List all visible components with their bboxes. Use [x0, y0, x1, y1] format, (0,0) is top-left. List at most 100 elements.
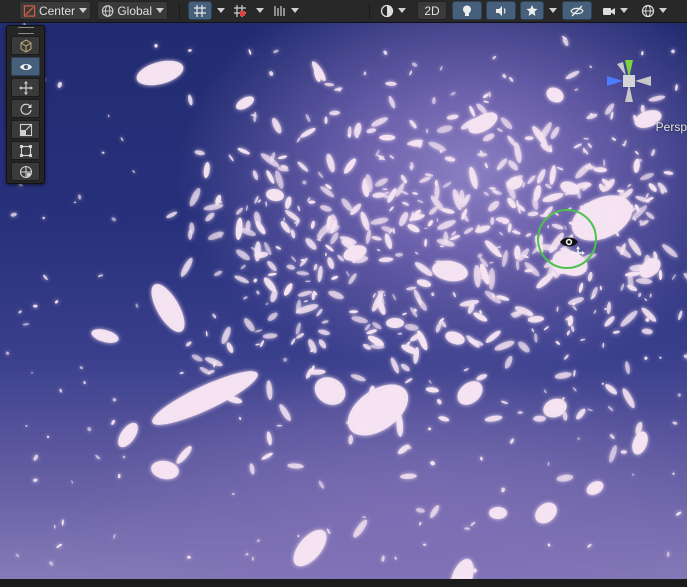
petal-particle: [180, 257, 193, 277]
hidden-objects-button[interactable]: [562, 1, 592, 20]
rotate-icon: [20, 103, 32, 115]
rotate-tool-button[interactable]: [11, 99, 40, 118]
global-icon: [101, 4, 114, 17]
petal-particle: [276, 424, 283, 427]
view-tool-button[interactable]: [11, 57, 40, 76]
petal-particle: [500, 117, 513, 130]
projection-label[interactable]: Persp: [656, 120, 687, 134]
petal-particle: [280, 221, 291, 233]
transform-tool-button[interactable]: [11, 162, 40, 181]
petal-particle: [308, 339, 317, 354]
petal-particle: [237, 147, 250, 155]
petal-particle: [43, 274, 48, 281]
petal-particle: [243, 318, 255, 332]
light-bulb-icon: [463, 5, 471, 16]
petal-particle: [310, 220, 315, 229]
gizmo-neg-z-axis-cone[interactable]: [617, 62, 626, 76]
petal-particle: [534, 333, 538, 343]
increment-snap-dropdown[interactable]: [251, 1, 265, 20]
petal-particle: [601, 382, 604, 385]
petal-particle: [576, 408, 586, 420]
grid-snap-icon: [194, 4, 206, 17]
petal-particle: [449, 235, 461, 241]
tool-settings-button[interactable]: [11, 36, 40, 55]
petal-particle: [394, 556, 397, 560]
petal-particle: [383, 50, 388, 55]
gizmo-z-axis-cone[interactable]: [607, 76, 623, 86]
scene-effects-button[interactable]: [520, 1, 544, 20]
petal-particle: [324, 82, 335, 87]
petal-particle: [515, 260, 520, 271]
tools-overlay: [6, 25, 45, 184]
scene-effects-dropdown[interactable]: [544, 1, 558, 20]
petal-particle: [484, 415, 503, 422]
scale-tool-button[interactable]: [11, 120, 40, 139]
snap-settings-button[interactable]: [269, 1, 303, 20]
move-tool-button[interactable]: [11, 78, 40, 97]
petal-particle: [635, 278, 653, 285]
petal-particle: [348, 434, 354, 445]
scene-audio-button[interactable]: [486, 1, 516, 20]
snap-settings-icon: [274, 5, 285, 16]
audio-icon: [496, 5, 506, 16]
overlay-drag-handle[interactable]: [7, 26, 44, 35]
gizmo-center-cube[interactable]: [623, 75, 635, 87]
pivot-rotation-dropdown[interactable]: Global: [97, 1, 168, 20]
pivot-rotation-label: Global: [117, 3, 152, 18]
petal-particle: [542, 192, 564, 203]
scene-lighting-button[interactable]: [452, 1, 482, 20]
petal-particle: [414, 262, 433, 277]
petal-particle: [22, 323, 30, 326]
petal-particle: [266, 170, 275, 184]
petal-particle: [414, 251, 419, 255]
draw-mode-dropdown[interactable]: [376, 1, 410, 20]
petal-particle: [235, 207, 244, 215]
petal-particle: [303, 300, 309, 303]
petal-particle: [111, 217, 117, 222]
petal-particle: [33, 304, 38, 308]
petal-particle: [383, 293, 386, 297]
increment-snap-button[interactable]: [229, 1, 251, 20]
rect-tool-button[interactable]: [11, 141, 40, 160]
scene-camera-dropdown[interactable]: [598, 1, 632, 20]
petal-particle: [329, 110, 341, 116]
scene-viewport[interactable]: [0, 23, 687, 579]
mode-2d-button[interactable]: 2D: [417, 1, 447, 20]
petal-particle: [572, 387, 577, 392]
petal-particle: [132, 170, 136, 173]
window-bottom-edge: [0, 579, 687, 587]
petal-particle: [470, 521, 476, 527]
petal-particle: [645, 192, 649, 199]
petal-particle: [434, 184, 440, 200]
pivot-mode-dropdown[interactable]: Center: [19, 1, 91, 20]
petal-particle: [372, 293, 376, 298]
petal-particle: [620, 283, 625, 291]
petal-particle: [524, 136, 534, 141]
gizmos-dropdown[interactable]: [637, 1, 677, 20]
petal-particle: [317, 265, 323, 283]
petal-particle: [477, 152, 488, 157]
petal-particle: [59, 388, 62, 393]
petal-particle: [248, 49, 252, 55]
gizmo-neg-x-axis-cone[interactable]: [635, 76, 651, 86]
petal-particle: [363, 71, 367, 76]
petal-particle: [554, 372, 572, 379]
petal-particle: [57, 81, 62, 88]
pivot-center-icon: [23, 4, 36, 17]
move-handle-icon[interactable]: [571, 246, 585, 260]
petal-particle: [632, 431, 648, 455]
petal-particle: [151, 283, 185, 333]
petal-particle: [425, 387, 439, 393]
petal-particle: [275, 170, 284, 189]
grid-snap-dropdown[interactable]: [212, 1, 226, 20]
petal-particle: [266, 380, 273, 400]
gizmo-axes[interactable]: [607, 60, 651, 102]
petal-particle: [91, 329, 119, 343]
petal-particle: [488, 200, 500, 212]
petal-particle: [603, 159, 606, 167]
petal-particle: [176, 446, 192, 464]
effects-icon: [526, 4, 538, 16]
petal-particle: [494, 340, 515, 351]
grid-snap-button[interactable]: [188, 1, 212, 20]
rect-icon: [19, 144, 32, 157]
